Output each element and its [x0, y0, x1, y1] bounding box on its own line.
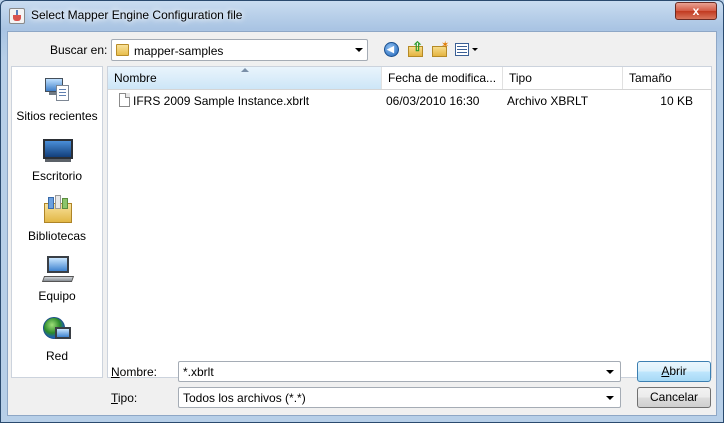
place-label: Bibliotecas — [27, 229, 87, 243]
back-icon[interactable]: ◀ — [383, 41, 401, 59]
file-icon — [119, 93, 130, 107]
dialog-client-area: Buscar en: mapper-samples ◀ ⇧ ✶ Sitios r… — [7, 31, 717, 416]
window-title: Select Mapper Engine Configuration file — [31, 8, 243, 22]
column-header-date[interactable]: Fecha de modifica... — [382, 67, 503, 89]
column-header-size[interactable]: Tamaño — [623, 67, 711, 89]
open-button[interactable]: Abrir — [637, 361, 711, 382]
look-in-value: mapper-samples — [134, 44, 224, 58]
place-recent[interactable]: Sitios recientes — [12, 71, 102, 129]
place-label: Sitios recientes — [16, 109, 98, 123]
computer-icon — [41, 255, 75, 285]
chevron-down-icon — [606, 396, 614, 400]
file-name-value: *.xbrlt — [183, 365, 214, 379]
place-label: Equipo — [38, 289, 76, 303]
column-header-type[interactable]: Tipo — [503, 67, 623, 89]
file-list[interactable]: Nombre Fecha de modifica... Tipo Tamaño … — [107, 66, 712, 378]
close-button[interactable]: x — [675, 2, 717, 20]
place-desktop[interactable]: Escritorio — [12, 131, 102, 189]
file-size: 10 KB — [660, 94, 693, 108]
file-name-label: Nombre: — [111, 365, 158, 379]
look-in-label: Buscar en: — [50, 43, 108, 57]
file-name: IFRS 2009 Sample Instance.xbrlt — [133, 94, 310, 108]
file-type: Archivo XBRLT — [507, 94, 589, 108]
dialog-window: Select Mapper Engine Configuration file … — [0, 0, 724, 423]
place-libraries[interactable]: Bibliotecas — [12, 191, 102, 249]
place-label: Red — [45, 349, 68, 363]
file-name-combo[interactable]: *.xbrlt — [178, 361, 621, 382]
libraries-icon — [43, 195, 73, 225]
recent-places-icon — [43, 75, 73, 105]
view-menu-icon[interactable] — [454, 41, 480, 59]
cancel-button[interactable]: Cancelar — [637, 387, 711, 408]
chevron-down-icon — [355, 48, 363, 52]
file-date: 06/03/2010 16:30 — [386, 94, 480, 108]
up-folder-icon[interactable]: ⇧ — [407, 39, 425, 59]
place-label: Escritorio — [31, 169, 82, 183]
file-type-value: Todos los archivos (*.*) — [183, 391, 306, 405]
place-network[interactable]: Red — [12, 311, 102, 369]
look-in-combo[interactable]: mapper-samples — [111, 39, 368, 61]
new-folder-icon[interactable]: ✶ — [431, 40, 449, 59]
sort-ascending-icon — [241, 68, 249, 72]
column-header-name[interactable]: Nombre — [108, 67, 382, 89]
title-bar[interactable]: Select Mapper Engine Configuration file … — [1, 1, 723, 31]
file-row[interactable]: IFRS 2009 Sample Instance.xbrlt 06/03/20… — [108, 91, 711, 111]
file-type-combo[interactable]: Todos los archivos (*.*) — [178, 387, 621, 408]
chevron-down-icon — [606, 370, 614, 374]
folder-icon — [116, 44, 129, 56]
file-list-header: Nombre Fecha de modifica... Tipo Tamaño — [108, 67, 711, 90]
places-bar: Sitios recientes Escritorio Bibliotecas … — [11, 66, 103, 378]
java-app-icon — [9, 8, 25, 24]
desktop-icon — [43, 135, 73, 165]
place-computer[interactable]: Equipo — [12, 251, 102, 309]
network-icon — [43, 315, 73, 345]
file-type-label: Tipo: — [111, 391, 138, 405]
